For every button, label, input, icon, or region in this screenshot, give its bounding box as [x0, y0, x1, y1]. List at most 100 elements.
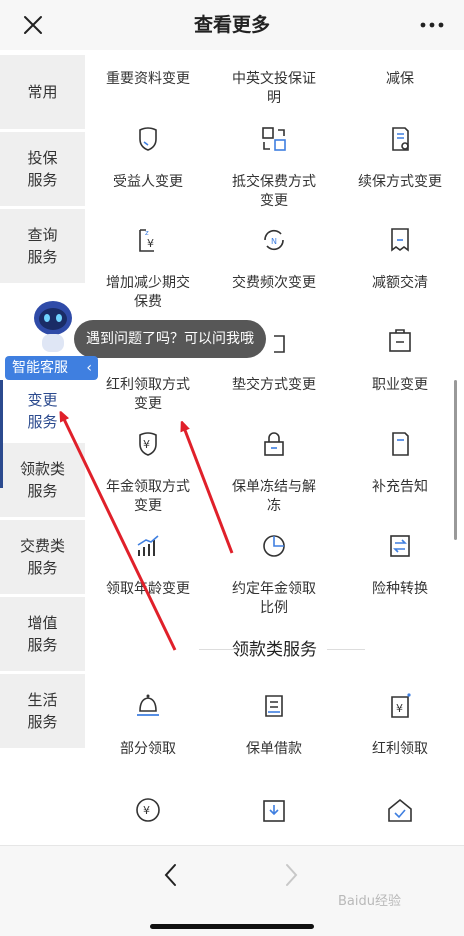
- service-item[interactable]: 续保方式变更: [337, 125, 463, 192]
- service-label: 受益人变更: [113, 174, 183, 190]
- convert-document-icon: [390, 535, 410, 557]
- service-label: 交费频次变更: [232, 275, 316, 291]
- yuan-document-icon: ¥: [391, 693, 411, 718]
- shield-person-icon: [139, 127, 157, 151]
- svg-text:¥: ¥: [396, 702, 403, 715]
- svg-text:N: N: [271, 237, 277, 246]
- smart-service-badge[interactable]: 智能客服 ‹: [5, 356, 98, 380]
- close-icon[interactable]: [18, 10, 48, 40]
- notice-document-icon: [392, 432, 409, 456]
- service-label: 职业变更: [372, 377, 428, 393]
- service-label: 年金领取方式 变更: [106, 479, 190, 514]
- service-item[interactable]: ¥ 年金领取方式 变更: [85, 430, 211, 516]
- watermark: Baidu经验: [338, 894, 401, 909]
- sidebar-item-label: 变更 服务: [27, 391, 58, 431]
- sidebar-item-label: 投保 服务: [27, 149, 58, 189]
- sidebar-item-life[interactable]: 生活 服务: [0, 674, 85, 748]
- home-check-icon: [388, 798, 412, 822]
- service-item[interactable]: 减额交清: [337, 226, 463, 293]
- premium-adjust-icon: ¥z: [139, 229, 154, 252]
- service-label: 续保方式变更: [358, 174, 442, 190]
- section-title-text: 领款类服务: [232, 640, 317, 660]
- frequency-cycle-icon: N: [264, 229, 284, 251]
- svg-text:¥: ¥: [143, 804, 150, 817]
- forward-arrow-icon[interactable]: [278, 860, 304, 890]
- service-label: 红利领取方式 变更: [106, 377, 190, 412]
- divider: [199, 649, 237, 650]
- service-label: 部分领取: [120, 741, 176, 757]
- service-item[interactable]: 减保: [337, 70, 463, 89]
- sidebar-item-label: 交费类 服务: [19, 537, 65, 577]
- renew-document-icon: [392, 127, 409, 151]
- svg-text:z: z: [145, 229, 149, 237]
- smart-service-label: 智能客服: [12, 360, 68, 376]
- divider: [327, 649, 365, 650]
- service-item[interactable]: [337, 327, 463, 355]
- home-indicator[interactable]: [150, 924, 314, 929]
- service-item[interactable]: 职业变更: [337, 376, 463, 395]
- sidebar-item-label: 常用: [27, 83, 58, 101]
- assistant-bubble[interactable]: 遇到问题了吗？可以问我哦: [74, 320, 266, 358]
- service-label: 保单借款: [246, 741, 302, 757]
- service-item[interactable]: ¥: [85, 796, 211, 824]
- service-label: 抵交保费方式 变更: [232, 174, 316, 209]
- bell-tray-icon: [137, 694, 159, 716]
- paid-up-document-icon: [391, 228, 409, 252]
- service-item[interactable]: 约定年金领取 比例: [211, 532, 337, 618]
- service-item[interactable]: 红利领取方式 变更: [85, 376, 211, 414]
- bottom-toolbar: Baidu经验: [0, 845, 464, 936]
- top-bar: 查看更多: [0, 0, 464, 50]
- service-label: 领取年龄变更: [106, 581, 190, 597]
- sidebar-item-payment[interactable]: 交费类 服务: [0, 520, 85, 594]
- service-label: 减额交清: [372, 275, 428, 291]
- sidebar-item-label: 生活 服务: [27, 691, 58, 731]
- download-box-icon: [263, 800, 285, 822]
- more-options-icon[interactable]: [418, 14, 446, 36]
- pie-chart-icon: [263, 535, 285, 557]
- annuity-shield-icon: ¥: [139, 432, 157, 456]
- service-label: 中英文投保证 明: [232, 71, 316, 106]
- service-item[interactable]: 补充告知: [337, 430, 463, 497]
- service-grid: 重要资料变更 中英文投保证 明 减保 受益人变更 抵交保费方式 变更 续保方式变…: [85, 50, 464, 845]
- sidebar-item-label: 查询 服务: [27, 226, 58, 266]
- sidebar-item-value-added[interactable]: 增值 服务: [0, 597, 85, 671]
- service-label: 增加减少期交 保费: [106, 275, 190, 310]
- service-label: 红利领取: [372, 741, 428, 757]
- service-label: 垫交方式变更: [232, 377, 316, 393]
- service-item[interactable]: 中英文投保证 明: [211, 70, 337, 108]
- service-item[interactable]: 部分领取: [85, 692, 211, 759]
- active-indicator: [0, 380, 3, 488]
- sidebar-item-query[interactable]: 查询 服务: [0, 209, 85, 283]
- sidebar-item-label: 增值 服务: [27, 614, 58, 654]
- service-item[interactable]: ¥ 红利领取: [337, 692, 463, 759]
- service-label: 补充告知: [372, 479, 428, 495]
- sidebar-item-common[interactable]: 常用: [0, 55, 85, 129]
- service-item[interactable]: 垫交方式变更: [211, 376, 337, 395]
- sidebar-item-label: 领款类 服务: [19, 460, 65, 500]
- scrollbar[interactable]: [454, 380, 457, 540]
- service-item[interactable]: 险种转换: [337, 532, 463, 599]
- svg-text:¥: ¥: [143, 438, 150, 451]
- sidebar-item-insure[interactable]: 投保 服务: [0, 132, 85, 206]
- service-item[interactable]: N 交费频次变更: [211, 226, 337, 293]
- service-label: 保单冻结与解 冻: [232, 479, 316, 514]
- service-item[interactable]: ¥ z 增加减少期交 保费: [85, 226, 211, 312]
- robot-avatar-icon[interactable]: [22, 296, 84, 358]
- service-label: 减保: [386, 71, 414, 87]
- service-item[interactable]: 领取年龄变更: [85, 532, 211, 599]
- service-item[interactable]: 保单借款: [211, 692, 337, 759]
- back-arrow-icon[interactable]: [158, 860, 184, 890]
- service-item[interactable]: 抵交保费方式 变更: [211, 125, 337, 211]
- service-label: 险种转换: [372, 581, 428, 597]
- service-item[interactable]: [211, 796, 337, 824]
- service-item[interactable]: 重要资料变更: [85, 70, 211, 89]
- chevron-left-icon: ‹: [86, 360, 92, 376]
- service-item[interactable]: [337, 796, 463, 824]
- service-label: 重要资料变更: [106, 71, 190, 87]
- yuan-circle-icon: ¥: [136, 798, 160, 822]
- service-item[interactable]: 保单冻结与解 冻: [211, 430, 337, 516]
- service-item[interactable]: 受益人变更: [85, 125, 211, 192]
- sidebar-item-claim[interactable]: 领款类 服务: [0, 443, 85, 517]
- loan-document-icon: [265, 695, 283, 717]
- bar-chart-icon: [137, 535, 159, 556]
